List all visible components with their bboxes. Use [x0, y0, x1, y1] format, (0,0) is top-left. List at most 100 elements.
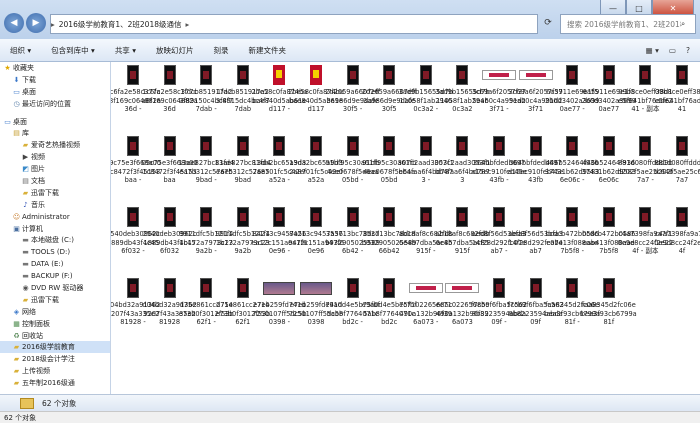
folder-icon: ▰: [13, 343, 20, 352]
file-thumbnail: [602, 207, 615, 227]
music-icon: ♪: [23, 200, 28, 209]
nav-item-label: 回收站: [22, 331, 43, 340]
nav-item[interactable]: ▬ 本地磁盘 (C:): [0, 234, 110, 246]
document-icon: ▤: [22, 176, 29, 185]
status-bar: 62 个对象: [0, 411, 700, 423]
help-icon[interactable]: ?: [686, 46, 690, 55]
nav-item[interactable]: ☺ Administrator: [0, 211, 110, 223]
file-thumbnail: [346, 65, 359, 85]
file-thumbnail: [163, 278, 176, 298]
file-thumbnail: [602, 65, 615, 85]
nav-item[interactable]: ◩ 图片: [0, 163, 110, 175]
nav-item[interactable]: ▦ 控制面板: [0, 318, 110, 330]
chevron-right-icon[interactable]: ▸: [185, 20, 189, 29]
nav-item[interactable]: ▶ 视频: [0, 151, 110, 163]
view-controls: ▦ ▾ ▭ ?: [646, 46, 700, 55]
nav-item[interactable]: ♻ 回收站: [0, 330, 110, 342]
file-thumbnail: [566, 207, 579, 227]
file-thumbnail: [456, 65, 469, 85]
file-thumbnail: [419, 65, 432, 85]
file-thumbnail: [346, 207, 359, 227]
nav-item[interactable]: ▰ 迅雷下载: [0, 187, 110, 199]
recycle-bin-icon: ♻: [13, 331, 20, 340]
nav-item[interactable]: ◈ 网络: [0, 306, 110, 318]
nav-item[interactable]: ▰ 迅雷下载: [0, 294, 110, 306]
file-thumbnail: [273, 207, 286, 227]
nav-item[interactable]: ★ 收藏夹: [0, 62, 110, 74]
search-box[interactable]: 搜索 2016级学前教育1、2班2018级通信 ⌕: [560, 14, 696, 34]
file-thumbnail: [676, 207, 688, 227]
new-folder-button[interactable]: 新建文件夹: [238, 45, 296, 56]
user-icon: ☺: [12, 212, 21, 221]
file-item[interactable]: 09b8ce0eff38d1e5f641bf76ade241: [654, 65, 700, 131]
folder-icon: ▰: [22, 141, 29, 150]
file-list[interactable]: 1c6fa2e58c377ca8f169c064882a36d -1c6fa2e…: [111, 62, 700, 394]
file-thumbnail: [310, 65, 322, 85]
nav-item[interactable]: ▬ TOOLS (D:): [0, 246, 110, 258]
search-input[interactable]: 搜索 2016级学前教育1、2班2018级通信: [561, 19, 681, 30]
nav-item[interactable]: ◉ DVD RW 驱动器: [0, 282, 110, 294]
nav-item[interactable]: ▰ 爱奇艺热播视频: [0, 139, 110, 151]
file-thumbnail: [200, 207, 213, 227]
file-item[interactable]: 881d080ffddd9bd202f5ae25c6467a7: [654, 136, 700, 202]
share-button[interactable]: 共享 ▾: [105, 45, 146, 56]
file-thumbnail: [200, 278, 213, 298]
nav-item[interactable]: ▬ BACKUP (F:): [0, 270, 110, 282]
address-bar[interactable]: ▸ 2016级学前教育1、2班2018级通信 ▸: [50, 14, 538, 34]
file-item[interactable]: faa8345d2fc06ebea3f93cb6799a81f: [581, 278, 637, 344]
file-thumbnail: [236, 65, 249, 85]
preview-pane-icon[interactable]: ▭: [669, 46, 676, 55]
slideshow-button[interactable]: 放映幻灯片: [146, 45, 204, 56]
nav-item[interactable]: ▭ 桌面: [0, 116, 110, 128]
file-thumbnail: [602, 278, 615, 298]
nav-item-label: 控制面板: [22, 319, 50, 328]
file-thumbnail: [236, 136, 249, 156]
file-thumbnail: [346, 136, 359, 156]
nav-item-label: 本地磁盘 (C:): [31, 236, 74, 245]
nav-item[interactable]: ▤ 文档: [0, 175, 110, 187]
file-item[interactable]: c4a7398fa9a7f10e9d8cc24f2e224f: [654, 207, 700, 273]
file-thumbnail: [676, 136, 688, 156]
view-options-icon[interactable]: ▦ ▾: [646, 46, 659, 55]
file-thumbnail: [127, 136, 139, 156]
file-thumbnail: [236, 278, 249, 298]
nav-item[interactable]: ▰ 五年制2016级通: [0, 377, 110, 389]
nav-item[interactable]: ◷ 最近访问的位置: [0, 98, 110, 110]
nav-item[interactable]: ▭ 桌面: [0, 86, 110, 98]
breadcrumb[interactable]: 2016级学前教育1、2班2018级通信: [55, 19, 186, 30]
library-icon: ▤: [13, 129, 20, 138]
nav-item[interactable]: ▰ 2016级学前教育: [0, 341, 110, 354]
refresh-icon[interactable]: ⟳: [538, 14, 558, 32]
nav-item[interactable]: ▬ DATA (E:): [0, 258, 110, 270]
file-grid: 1c6fa2e58c377ca8f169c064882a36d -1c6fa2e…: [111, 62, 700, 394]
organize-button[interactable]: 组织 ▾: [0, 45, 41, 56]
search-icon[interactable]: ⌕: [681, 19, 695, 29]
file-thumbnail: [163, 136, 176, 156]
details-count: 62 个对象: [42, 399, 77, 408]
include-in-library-button[interactable]: 包含到库中 ▾: [41, 45, 105, 56]
file-thumbnail: [383, 207, 396, 227]
file-thumbnail: [200, 136, 213, 156]
nav-item-label: 文档: [31, 176, 45, 185]
nav-item-label: 2016级学前教育: [22, 343, 75, 352]
nav-item-label: 库: [22, 129, 29, 138]
nav-item-label: 网络: [22, 307, 36, 316]
desktop-icon: ▭: [13, 87, 20, 96]
file-thumbnail: [566, 65, 579, 85]
nav-item[interactable]: ♪ 音乐: [0, 199, 110, 211]
command-bar: 组织 ▾ 包含到库中 ▾ 共享 ▾ 放映幻灯片 刻录 新建文件夹 ▦ ▾ ▭ ?: [0, 39, 700, 62]
file-thumbnail: [676, 65, 688, 85]
forward-button[interactable]: ▶: [26, 13, 46, 33]
navigation-pane[interactable]: ★ 收藏夹 ⬇ 下载 ▭ 桌面 ◷ 最近访问的位置 ▭ 桌面 ▤ 库 ▰ 爱奇艺热播视频 ▶ 视频 ◩ 图片 ▤ 文档…: [0, 62, 111, 394]
file-name: faa8345d2fc06ebea3f93cb6799a81f: [580, 301, 637, 327]
burn-button[interactable]: 刻录: [203, 45, 238, 56]
back-button[interactable]: ◀: [4, 13, 24, 33]
file-name: 881d080ffddd9bd202f5ae25c6467a7: [654, 159, 700, 185]
file-thumbnail: [456, 207, 469, 227]
file-thumbnail: [419, 136, 432, 156]
nav-item[interactable]: ▰ 2018级会计学注: [0, 353, 110, 365]
nav-item[interactable]: ▤ 库: [0, 127, 110, 139]
nav-item[interactable]: ▰ 上传视频: [0, 365, 110, 377]
nav-item[interactable]: ▣ 计算机: [0, 223, 110, 235]
nav-item[interactable]: ⬇ 下载: [0, 74, 110, 86]
